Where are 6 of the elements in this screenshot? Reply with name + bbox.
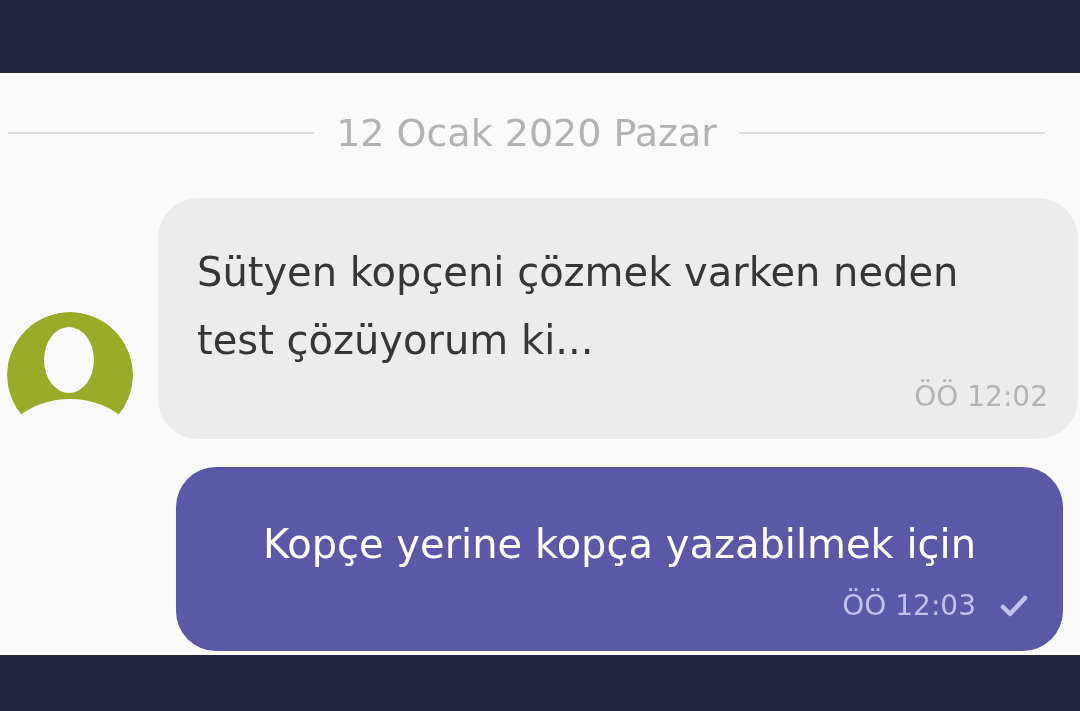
message-time: ÖÖ 12:02 [914,380,1048,414]
message-text: Kopçe yerine kopça yazabilmek için [261,520,978,569]
date-separator: 12 Ocak 2020 Pazar [336,110,717,156]
message-time: ÖÖ 12:03 [842,589,976,623]
avatar-silhouette-icon [7,312,133,416]
message-text: Sütyen kopçeni çözmek varken neden test çözüyorum ki... [197,248,960,365]
